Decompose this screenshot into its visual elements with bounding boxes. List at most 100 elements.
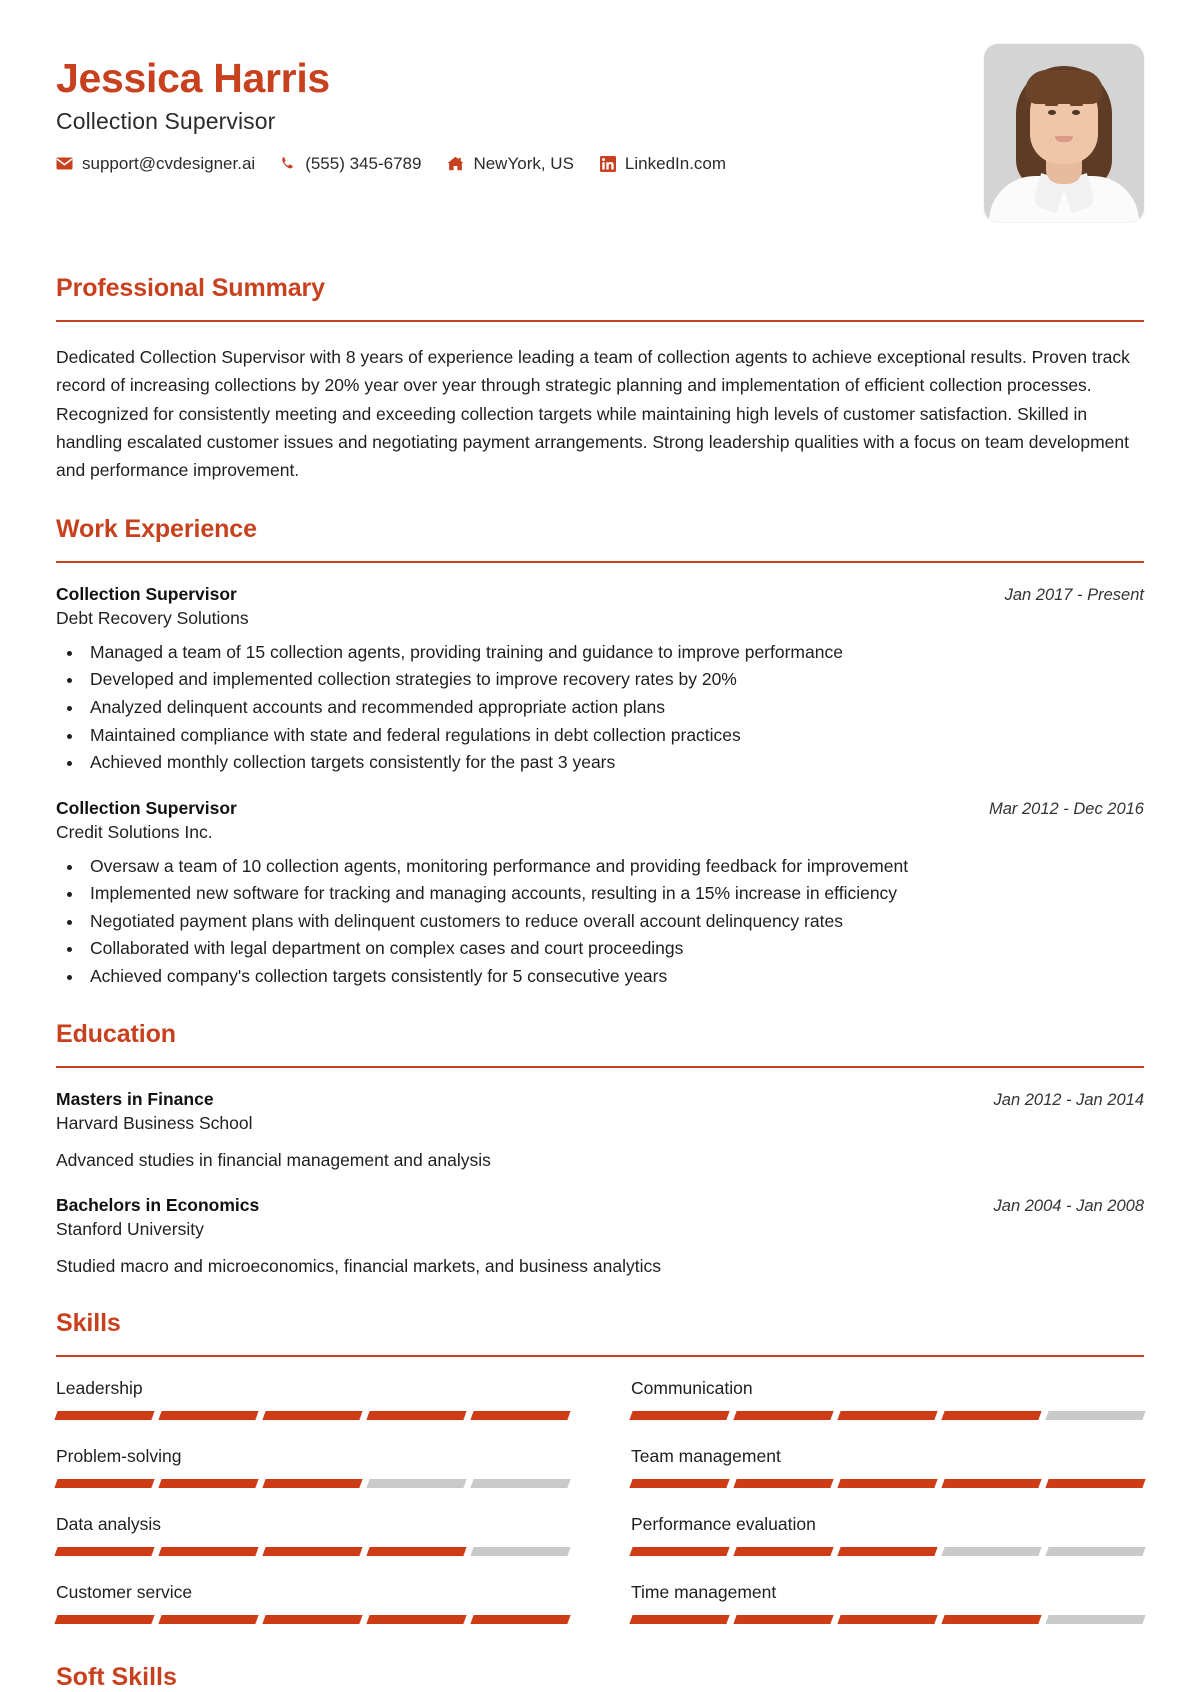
section-title-soft-skills: Soft Skills	[56, 1663, 177, 1691]
skill-item: Problem-solving	[54, 1446, 571, 1489]
experience-role: Collection Supervisor	[56, 797, 237, 818]
list-item: Achieved monthly collection targets cons…	[84, 749, 1144, 776]
skill-segment	[262, 1547, 363, 1557]
home-icon	[447, 156, 464, 171]
skill-rating-bar	[629, 1547, 1146, 1557]
skill-item: Team management	[629, 1446, 1146, 1489]
skill-segment	[941, 1547, 1042, 1557]
section-work-experience: Work Experience Collection Supervisor Ja…	[56, 515, 1144, 990]
education-date: Jan 2004 - Jan 2008	[993, 1196, 1144, 1215]
education-entry: Masters in Finance Jan 2012 - Jan 2014 H…	[56, 1089, 1144, 1173]
experience-bullet-list: Oversaw a team of 10 collection agents, …	[84, 853, 1144, 990]
skill-label: Communication	[631, 1378, 753, 1399]
profile-photo	[984, 44, 1144, 222]
skill-segment	[158, 1615, 259, 1625]
skill-segment	[158, 1479, 259, 1489]
experience-bullet-list: Managed a team of 15 collection agents, …	[84, 639, 1144, 776]
skill-segment	[629, 1411, 730, 1421]
section-divider	[56, 1355, 1144, 1358]
skill-segment	[54, 1479, 155, 1489]
skill-segment	[54, 1411, 155, 1421]
experience-entry: Collection Supervisor Jan 2017 - Present…	[56, 584, 1144, 776]
skill-segment	[837, 1479, 938, 1489]
resume-page: Jessica Harris Collection Supervisor sup…	[0, 0, 1200, 1691]
skill-segment	[1045, 1547, 1146, 1557]
skill-label: Problem-solving	[56, 1446, 182, 1467]
header-text-block: Jessica Harris Collection Supervisor sup…	[56, 44, 726, 174]
skill-segment	[470, 1547, 571, 1557]
experience-date: Jan 2017 - Present	[1004, 585, 1144, 604]
skills-grid: Leadership Communication Problem-solving…	[54, 1378, 1146, 1650]
contact-phone[interactable]: (555) 345-6789	[281, 154, 421, 174]
skill-segment	[1045, 1479, 1146, 1489]
contact-location[interactable]: NewYork, US	[447, 154, 574, 174]
photo-eye-left	[1048, 110, 1056, 115]
experience-entry-head: Collection Supervisor Mar 2012 - Dec 201…	[56, 798, 1144, 819]
linkedin-icon	[599, 155, 616, 172]
skill-label: Data analysis	[56, 1514, 162, 1535]
section-divider	[56, 1065, 1144, 1068]
skill-rating-bar	[629, 1479, 1146, 1489]
skill-rating-bar	[54, 1615, 571, 1625]
photo-brow-left	[1045, 103, 1058, 106]
skill-label: Team management	[631, 1446, 781, 1467]
skill-segment	[733, 1615, 834, 1625]
section-title-skills: Skills	[56, 1309, 121, 1338]
skill-segment	[733, 1479, 834, 1489]
skill-segment	[733, 1411, 834, 1421]
education-degree: Bachelors in Economics	[56, 1194, 260, 1215]
contact-email[interactable]: support@cvdesigner.ai	[56, 154, 255, 174]
skill-segment	[262, 1479, 363, 1489]
skill-item: Communication	[629, 1378, 1146, 1421]
skill-segment	[941, 1615, 1042, 1625]
education-date: Jan 2012 - Jan 2014	[993, 1090, 1144, 1109]
list-item: Managed a team of 15 collection agents, …	[84, 639, 1144, 666]
skill-segment	[837, 1547, 938, 1557]
skill-segment	[629, 1479, 730, 1489]
section-title-experience: Work Experience	[56, 514, 257, 543]
resume-header: Jessica Harris Collection Supervisor sup…	[56, 44, 1144, 222]
education-description: Studied macro and microeconomics, financ…	[56, 1255, 662, 1276]
skill-segment	[262, 1411, 363, 1421]
contact-linkedin[interactable]: LinkedIn.com	[599, 153, 727, 174]
skill-item: Leadership	[54, 1378, 571, 1421]
skill-segment	[470, 1615, 571, 1625]
contact-linkedin-text: LinkedIn.com	[624, 153, 727, 173]
skill-segment	[629, 1615, 730, 1625]
education-entry: Bachelors in Economics Jan 2004 - Jan 20…	[56, 1195, 1144, 1279]
list-item: Developed and implemented collection str…	[84, 666, 1144, 693]
skill-segment	[158, 1411, 259, 1421]
photo-eye-right	[1072, 110, 1080, 115]
experience-date: Mar 2012 - Dec 2016	[988, 799, 1144, 818]
skill-rating-bar	[54, 1411, 571, 1421]
skill-segment	[366, 1479, 467, 1489]
skill-segment	[837, 1615, 938, 1625]
skill-segment	[470, 1479, 571, 1489]
skill-rating-bar	[629, 1615, 1146, 1625]
skill-segment	[366, 1411, 467, 1421]
list-item: Maintained compliance with state and fed…	[84, 722, 1144, 749]
list-item: Negotiated payment plans with delinquent…	[84, 908, 1144, 935]
experience-company: Debt Recovery Solutions	[56, 607, 249, 628]
education-school: Stanford University	[56, 1218, 204, 1239]
skill-label: Customer service	[56, 1582, 193, 1603]
skill-segment	[1045, 1411, 1146, 1421]
list-item: Collaborated with legal department on co…	[84, 935, 1144, 962]
skill-label: Time management	[631, 1582, 777, 1603]
skill-segment	[733, 1547, 834, 1557]
section-divider	[56, 560, 1144, 563]
skill-segment	[629, 1547, 730, 1557]
skill-segment	[54, 1615, 155, 1625]
experience-role: Collection Supervisor	[56, 583, 237, 604]
list-item: Achieved company's collection targets co…	[84, 963, 1144, 990]
skill-segment	[941, 1479, 1042, 1489]
section-title-summary: Professional Summary	[56, 274, 325, 302]
section-professional-summary: Professional Summary Dedicated Collectio…	[56, 274, 1144, 485]
photo-fringe	[1025, 70, 1103, 104]
list-item: Oversaw a team of 10 collection agents, …	[84, 853, 1144, 880]
skill-segment	[837, 1411, 938, 1421]
skill-segment	[262, 1615, 363, 1625]
education-school: Harvard Business School	[56, 1112, 253, 1133]
skill-segment	[366, 1615, 467, 1625]
experience-entry: Collection Supervisor Mar 2012 - Dec 201…	[56, 798, 1144, 990]
